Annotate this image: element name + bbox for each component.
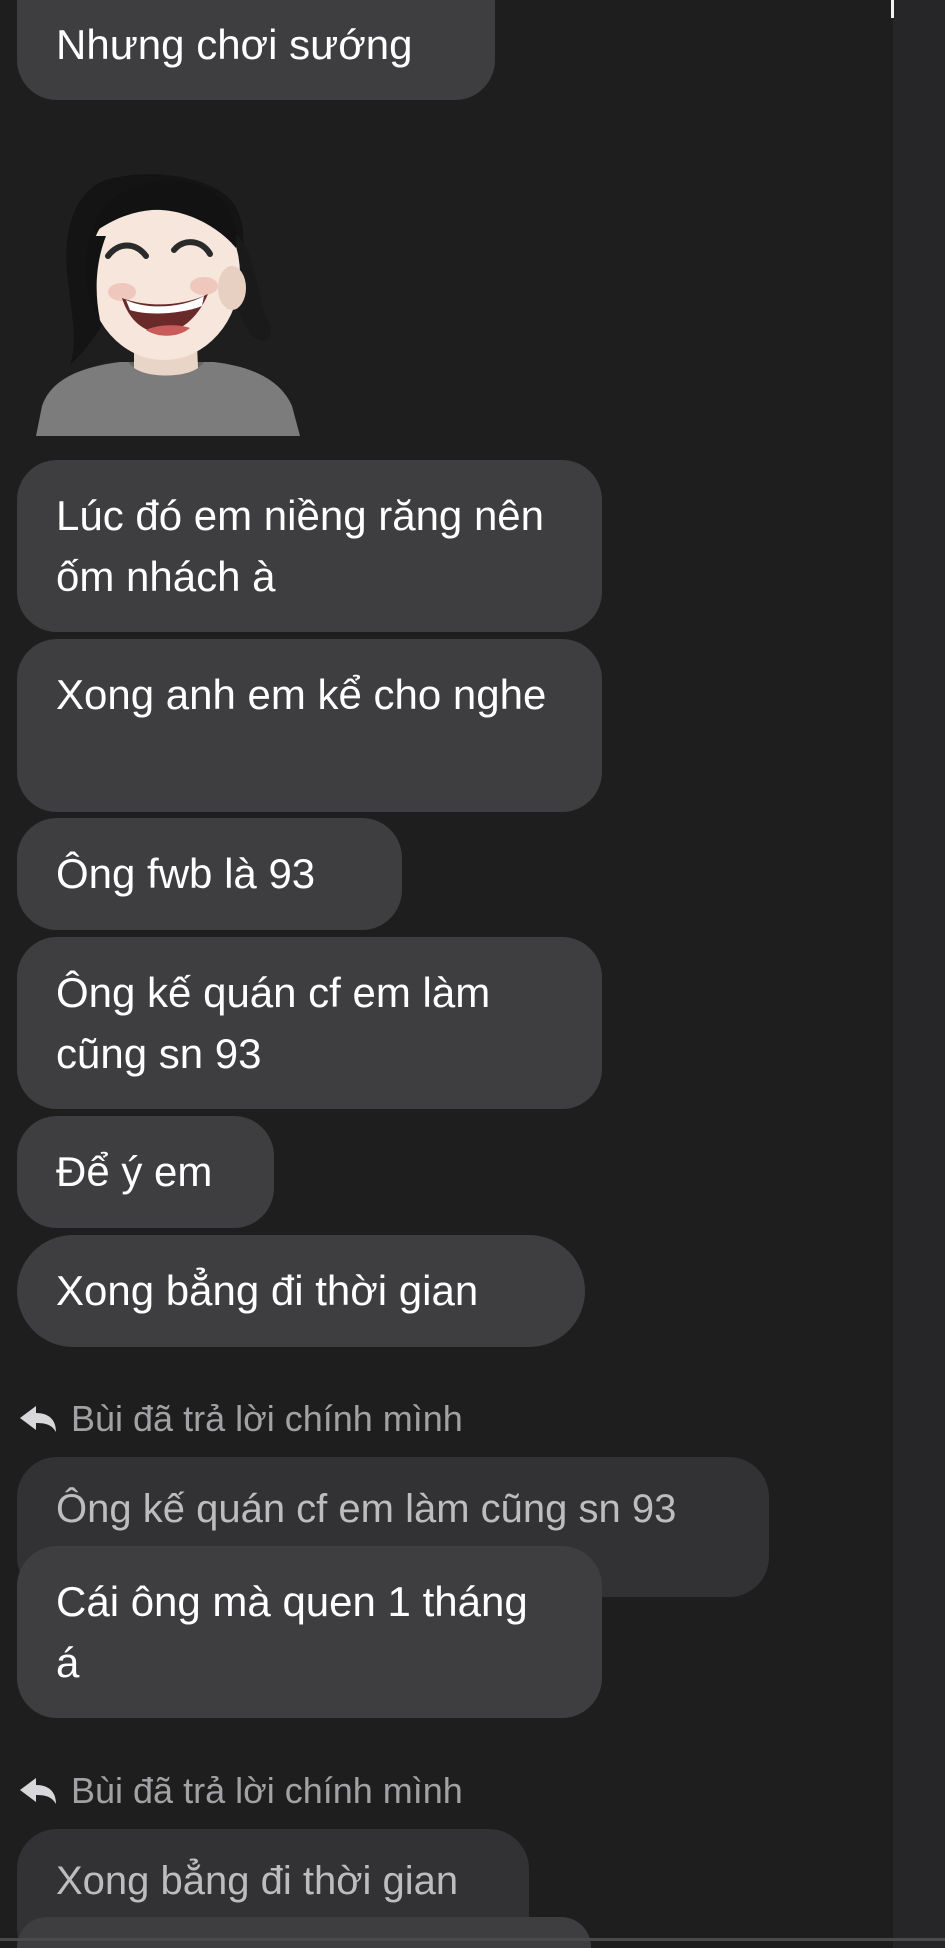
message-bubble[interactable]: Ông kế quán cf em làm cũng sn 93 [17, 937, 602, 1109]
scroll-gutter [893, 0, 945, 1948]
reply-indicator: Bùi đã trả lời chính mình [18, 1398, 463, 1439]
message-bubble[interactable]: Xong anh em kể cho nghe [17, 639, 602, 812]
scroll-indicator [891, 0, 894, 18]
message-text: Xong anh em kể cho nghe [56, 671, 547, 718]
message-bubble[interactable]: Nhưng chơi sướng [17, 0, 495, 100]
divider [0, 1938, 945, 1941]
message-text: Xong bẳng đi thời gian [56, 1267, 479, 1314]
reply-label-text: Bùi đã trả lời chính mình [71, 1398, 463, 1439]
quoted-message-text: Xong bẳng đi thời gian [56, 1859, 459, 1903]
message-bubble[interactable] [17, 1917, 591, 1948]
reply-indicator: Bùi đã trả lời chính mình [18, 1770, 463, 1811]
message-text: Lúc đó em niềng răng nên ốm nhách à [56, 492, 545, 600]
message-text: Cái ông mà quen 1 tháng á [56, 1578, 528, 1686]
message-text: Nhưng chơi sướng [56, 21, 413, 68]
reply-label-text: Bùi đã trả lời chính mình [71, 1770, 463, 1811]
message-text: Ông kế quán cf em làm cũng sn 93 [56, 969, 491, 1077]
laughing-avatar-sticker-icon[interactable] [36, 170, 300, 436]
reply-arrow-icon [20, 1406, 56, 1432]
message-bubble[interactable]: Xong bẳng đi thời gian [17, 1235, 585, 1347]
message-bubble[interactable]: Cái ông mà quen 1 tháng á [17, 1546, 602, 1718]
chat-thread: Nhưng chơi sướng Lúc đó em niềng răng nê… [0, 0, 893, 1948]
message-text: Ông fwb là 93 [56, 850, 316, 897]
message-bubble[interactable]: Lúc đó em niềng răng nên ốm nhách à [17, 460, 602, 632]
quoted-message-text: Ông kế quán cf em làm cũng sn 93 [56, 1487, 677, 1531]
message-bubble[interactable]: Để ý em [17, 1116, 274, 1228]
reply-arrow-icon [20, 1778, 56, 1804]
message-bubble[interactable]: Ông fwb là 93 [17, 818, 402, 930]
message-text: Để ý em [56, 1148, 213, 1195]
